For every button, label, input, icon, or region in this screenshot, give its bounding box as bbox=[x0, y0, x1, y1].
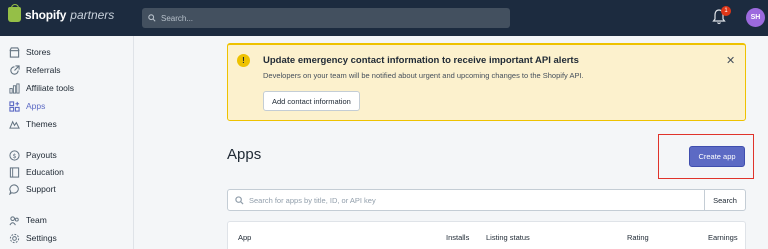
sidebar-item-label: Payouts bbox=[26, 150, 57, 160]
referral-icon bbox=[8, 64, 20, 76]
banner-title: Update emergency contact information to … bbox=[263, 55, 579, 66]
themes-icon bbox=[8, 118, 20, 130]
notifications-button[interactable]: 1 bbox=[712, 6, 731, 27]
create-app-button[interactable]: Create app bbox=[689, 146, 745, 167]
api-alert-banner: Update emergency contact information to … bbox=[227, 43, 746, 121]
warning-icon bbox=[237, 54, 250, 67]
column-header-earnings[interactable]: Earnings bbox=[708, 233, 738, 242]
column-header-rating[interactable]: Rating bbox=[627, 233, 649, 242]
column-header-listing-status[interactable]: Listing status bbox=[486, 233, 530, 242]
sidebar-item-label: Apps bbox=[26, 101, 46, 111]
top-bar: shopify partners Search... 1 SH bbox=[0, 0, 768, 36]
search-icon bbox=[148, 14, 156, 22]
sidebar-item-label: Settings bbox=[26, 233, 57, 243]
add-contact-information-button[interactable]: Add contact information bbox=[263, 91, 360, 111]
page-title: Apps bbox=[227, 146, 262, 163]
sidebar-item-education[interactable]: Education bbox=[8, 164, 64, 180]
global-search-placeholder: Search... bbox=[161, 13, 194, 23]
gear-icon bbox=[8, 232, 20, 244]
apps-table: App Installs Listing status Rating Earni… bbox=[227, 221, 746, 249]
sidebar-item-affiliate-tools[interactable]: Affiliate tools bbox=[8, 80, 74, 96]
sidebar-item-payouts[interactable]: $ Payouts bbox=[8, 147, 57, 163]
sidebar-item-label: Team bbox=[26, 215, 47, 225]
book-icon bbox=[8, 166, 20, 178]
notification-badge: 1 bbox=[721, 6, 731, 16]
sidebar-item-support[interactable]: Support bbox=[8, 181, 56, 197]
shopify-partners-logo[interactable]: shopify partners bbox=[8, 4, 115, 22]
sidebar-item-themes[interactable]: Themes bbox=[8, 116, 57, 132]
column-header-app[interactable]: App bbox=[238, 233, 251, 242]
sidebar-item-label: Stores bbox=[26, 47, 51, 57]
store-icon bbox=[8, 46, 20, 58]
sidebar-item-referrals[interactable]: Referrals bbox=[8, 62, 60, 78]
close-icon[interactable]: ✕ bbox=[726, 54, 735, 67]
app-search-input[interactable]: Search for apps by title, ID, or API key bbox=[227, 189, 705, 211]
search-icon bbox=[235, 195, 244, 205]
sidebar-item-label: Referrals bbox=[26, 65, 61, 75]
sidebar: Stores Referrals Affiliate tools Apps Th… bbox=[0, 36, 134, 249]
sidebar-item-label: Affiliate tools bbox=[26, 83, 75, 93]
chat-icon bbox=[8, 183, 20, 195]
team-icon bbox=[8, 214, 20, 226]
avatar[interactable]: SH bbox=[746, 8, 765, 27]
shopify-bag-icon bbox=[8, 4, 21, 22]
apps-icon bbox=[8, 100, 20, 112]
global-search-input[interactable]: Search... bbox=[142, 8, 510, 28]
sidebar-item-label: Education bbox=[26, 167, 64, 177]
app-search-placeholder: Search for apps by title, ID, or API key bbox=[249, 195, 376, 205]
sidebar-item-label: Support bbox=[26, 184, 56, 194]
sidebar-item-stores[interactable]: Stores bbox=[8, 44, 51, 60]
column-header-installs[interactable]: Installs bbox=[446, 233, 469, 242]
sidebar-item-apps[interactable]: Apps bbox=[8, 98, 45, 114]
banner-description: Developers on your team will be notified… bbox=[263, 71, 584, 80]
sidebar-item-team[interactable]: Team bbox=[8, 212, 47, 228]
brand-suffix: partners bbox=[70, 7, 115, 22]
sidebar-item-settings[interactable]: Settings bbox=[8, 230, 57, 246]
brand-name: shopify bbox=[25, 7, 67, 22]
chart-icon bbox=[8, 82, 20, 94]
dollar-icon: $ bbox=[8, 149, 20, 161]
sidebar-item-label: Themes bbox=[26, 119, 57, 129]
svg-text:$: $ bbox=[12, 151, 16, 159]
search-button[interactable]: Search bbox=[704, 189, 746, 211]
